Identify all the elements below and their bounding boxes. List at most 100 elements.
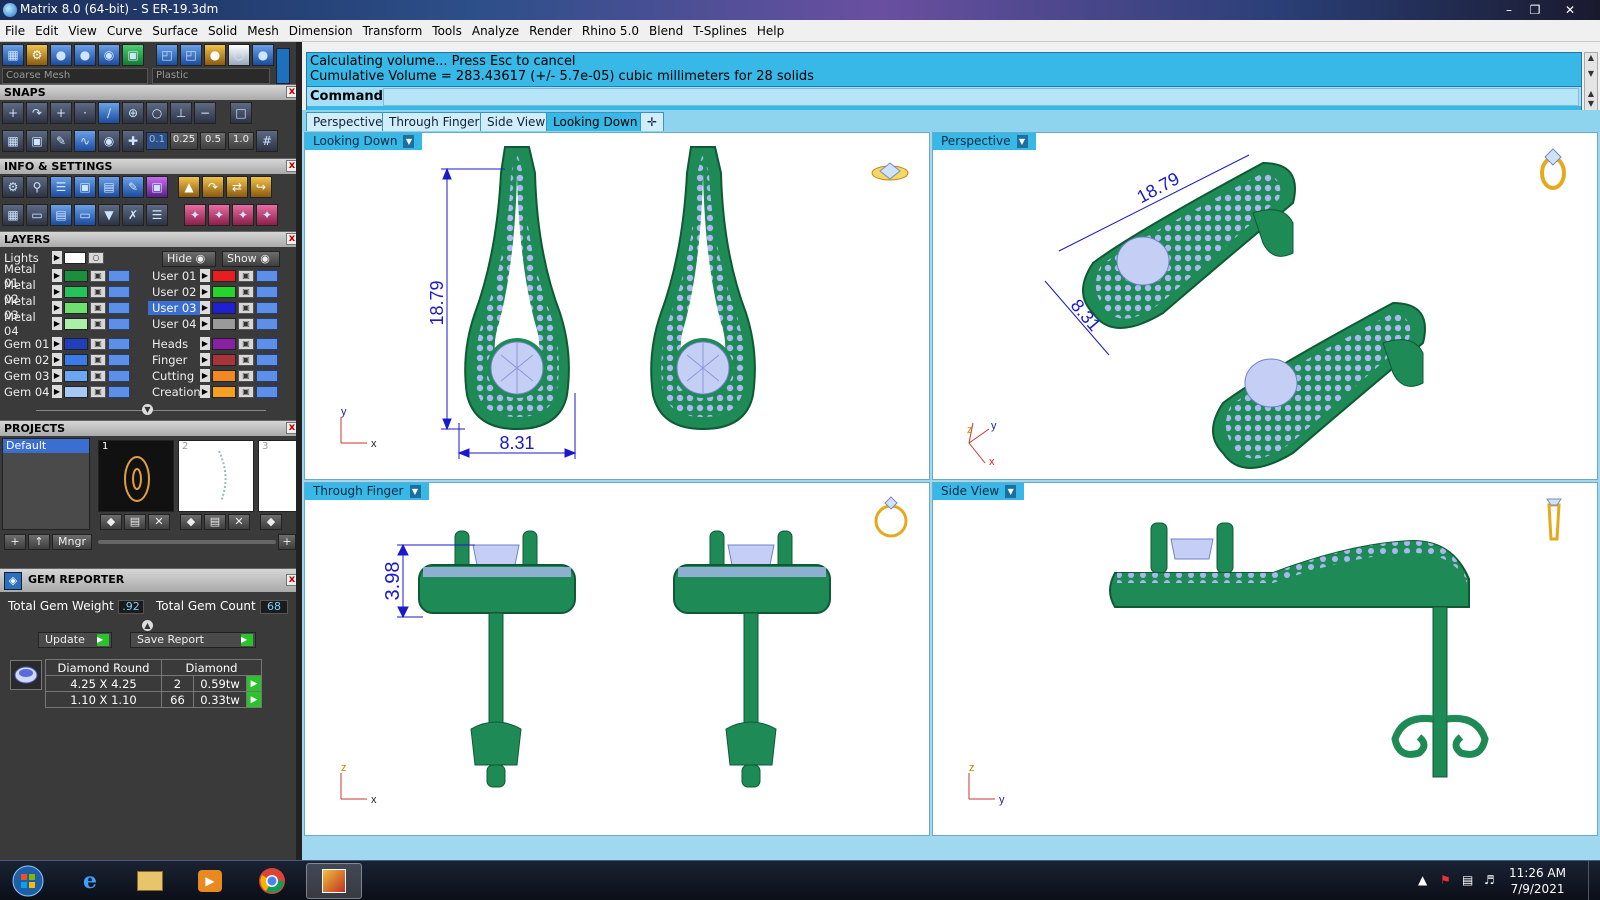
layer-name[interactable]: Gem 03 [0,369,52,383]
filter-icon[interactable]: ▼ [98,204,120,226]
expand-arrow-icon[interactable]: ▶ [52,353,62,366]
globe-icon[interactable]: ◰ [156,44,178,66]
visibility-toggle[interactable] [108,353,130,366]
gumball-icon[interactable]: ✚ [122,130,144,152]
project-add-button-3[interactable]: ◆ [260,514,282,530]
project-thumb-2[interactable]: 2 [178,440,254,512]
layer-color-swatch[interactable] [64,369,88,382]
layer-name[interactable]: User 04 [148,317,200,331]
lock-icon[interactable]: ▣ [90,353,106,366]
mesh-icon[interactable]: ▤ [50,204,72,226]
thumb-scrollbar[interactable] [98,540,276,544]
layer-color-swatch[interactable] [212,317,236,330]
project-thumb-1[interactable]: 1 [98,440,174,512]
clock[interactable]: 11:26 AM 7/9/2021 [1509,865,1566,897]
layer-color-swatch[interactable] [64,301,88,314]
layer-color-swatch[interactable] [212,285,236,298]
pencil-icon[interactable]: ✎ [50,130,72,152]
snap-center-icon[interactable]: ⊕ [122,102,144,124]
snap-value-4[interactable]: 1.0 [228,132,254,150]
project-default[interactable]: Default [3,439,89,453]
file-explorer-icon[interactable] [122,863,178,899]
layer-row[interactable]: Gem 02 ▶ ▣ [0,352,130,367]
tab-looking-down[interactable]: Looking Down [546,112,645,131]
paint-icon[interactable]: ▲ [178,176,200,198]
notes-icon[interactable]: ✎ [122,176,144,198]
hide-button[interactable]: Hide ◉ [162,251,216,267]
eye-icon[interactable]: ◉ [98,130,120,152]
layer-row[interactable]: Gem 04 ▶ ▣ [0,384,130,399]
expand-arrow-icon[interactable]: ▶ [52,385,62,398]
env-sphere-icon[interactable]: ◰ [180,44,202,66]
scroll-up-icon[interactable]: ▲ [1585,53,1597,62]
layer-color-swatch[interactable] [212,353,236,366]
expand-arrow-icon[interactable]: ▶ [52,285,62,298]
gold-sphere-icon[interactable]: ● [204,44,226,66]
panel-handle[interactable] [276,48,290,84]
layer-name[interactable]: User 02 [148,285,200,299]
layer-color-swatch[interactable] [64,285,88,298]
magnifier-icon[interactable]: ⚲ [26,176,48,198]
snap-value-2[interactable]: 0.25 [170,132,198,150]
visibility-toggle[interactable] [256,285,278,298]
snap-end-icon[interactable]: + [2,102,24,124]
lock-icon[interactable]: ▣ [90,369,106,382]
lock-icon[interactable]: ▣ [90,269,106,282]
ghosted-icon[interactable]: ◉ [98,44,120,66]
project-delete-button-2[interactable]: ✕ [228,514,250,530]
layer-name[interactable]: Cutting [148,369,200,383]
expand-arrow-icon[interactable]: ▶ [52,337,62,350]
layer-row[interactable]: User 02 ▶ ▣ [148,284,278,299]
project-save-button-2[interactable]: ▤ [204,514,226,530]
visibility-toggle[interactable] [256,269,278,282]
lock-icon[interactable]: ▣ [238,269,254,282]
settings-gear-icon[interactable]: ⚙ [2,176,24,198]
project-delete-button[interactable]: ✕ [148,514,170,530]
project-add-button-2[interactable]: ◆ [180,514,202,530]
snap-mid-icon[interactable]: ∕ [98,102,120,124]
lock-icon[interactable]: ▣ [238,369,254,382]
gem-select-button[interactable]: ▶ [246,675,262,692]
snap-tan-icon[interactable]: − [194,102,216,124]
lock-icon[interactable]: ▣ [238,285,254,298]
menu-help[interactable]: Help [752,20,789,42]
bezel-icon[interactable]: ✦ [208,204,230,226]
lock-icon[interactable]: ▣ [238,337,254,350]
expand-arrow-icon[interactable]: ▶ [200,353,210,366]
expand-arrow-icon[interactable]: ▶ [200,285,210,298]
box-icon[interactable]: ▣ [74,176,96,198]
list-icon[interactable]: ☰ [146,204,168,226]
menu-transform[interactable]: Transform [358,20,428,42]
menu-solid[interactable]: Solid [203,20,242,42]
menu-blend[interactable]: Blend [644,20,688,42]
show-desktop-button[interactable] [1588,861,1600,900]
layer-row[interactable]: User 04 ▶ ▣ [148,316,278,331]
visibility-toggle[interactable] [108,337,130,350]
layer-color-swatch[interactable] [212,301,236,314]
expand-arrow-icon[interactable]: ▶ [200,301,210,314]
document-icon[interactable]: ▤ [98,176,120,198]
layer-row[interactable]: Finger ▶ ▣ [148,352,278,367]
layer-row[interactable]: Metal 04 ▶ ▣ [0,310,130,338]
lock-icon[interactable]: ▣ [238,353,254,366]
gem-select-button[interactable]: ▶ [246,691,262,708]
rendered-sphere-icon[interactable]: ● [74,44,96,66]
grid-toggle-icon[interactable]: # [256,130,278,152]
snap-grid-icon[interactable]: + [50,102,72,124]
start-orb-icon[interactable] [4,863,52,899]
project-save-button[interactable]: ▤ [124,514,146,530]
prong-icon[interactable]: ✦ [184,204,206,226]
collapse-icon[interactable]: ▼ [142,404,153,415]
minimize-button[interactable]: – [1496,0,1522,20]
expand-arrow-icon[interactable]: ▶ [52,301,62,314]
close-button[interactable]: ✕ [1550,0,1590,20]
tiles-icon[interactable]: ▦ [2,204,24,226]
visibility-toggle[interactable] [256,337,278,350]
visibility-toggle[interactable] [108,285,130,298]
show-button[interactable]: Show ◉ [222,251,280,267]
snap-value-3[interactable]: 0.5 [200,132,226,150]
lock-icon[interactable]: ▣ [90,285,106,298]
gem-tool-icon[interactable]: ✦ [256,204,278,226]
add-project-button[interactable]: + [4,534,26,550]
lock-icon[interactable]: ▣ [90,385,106,398]
